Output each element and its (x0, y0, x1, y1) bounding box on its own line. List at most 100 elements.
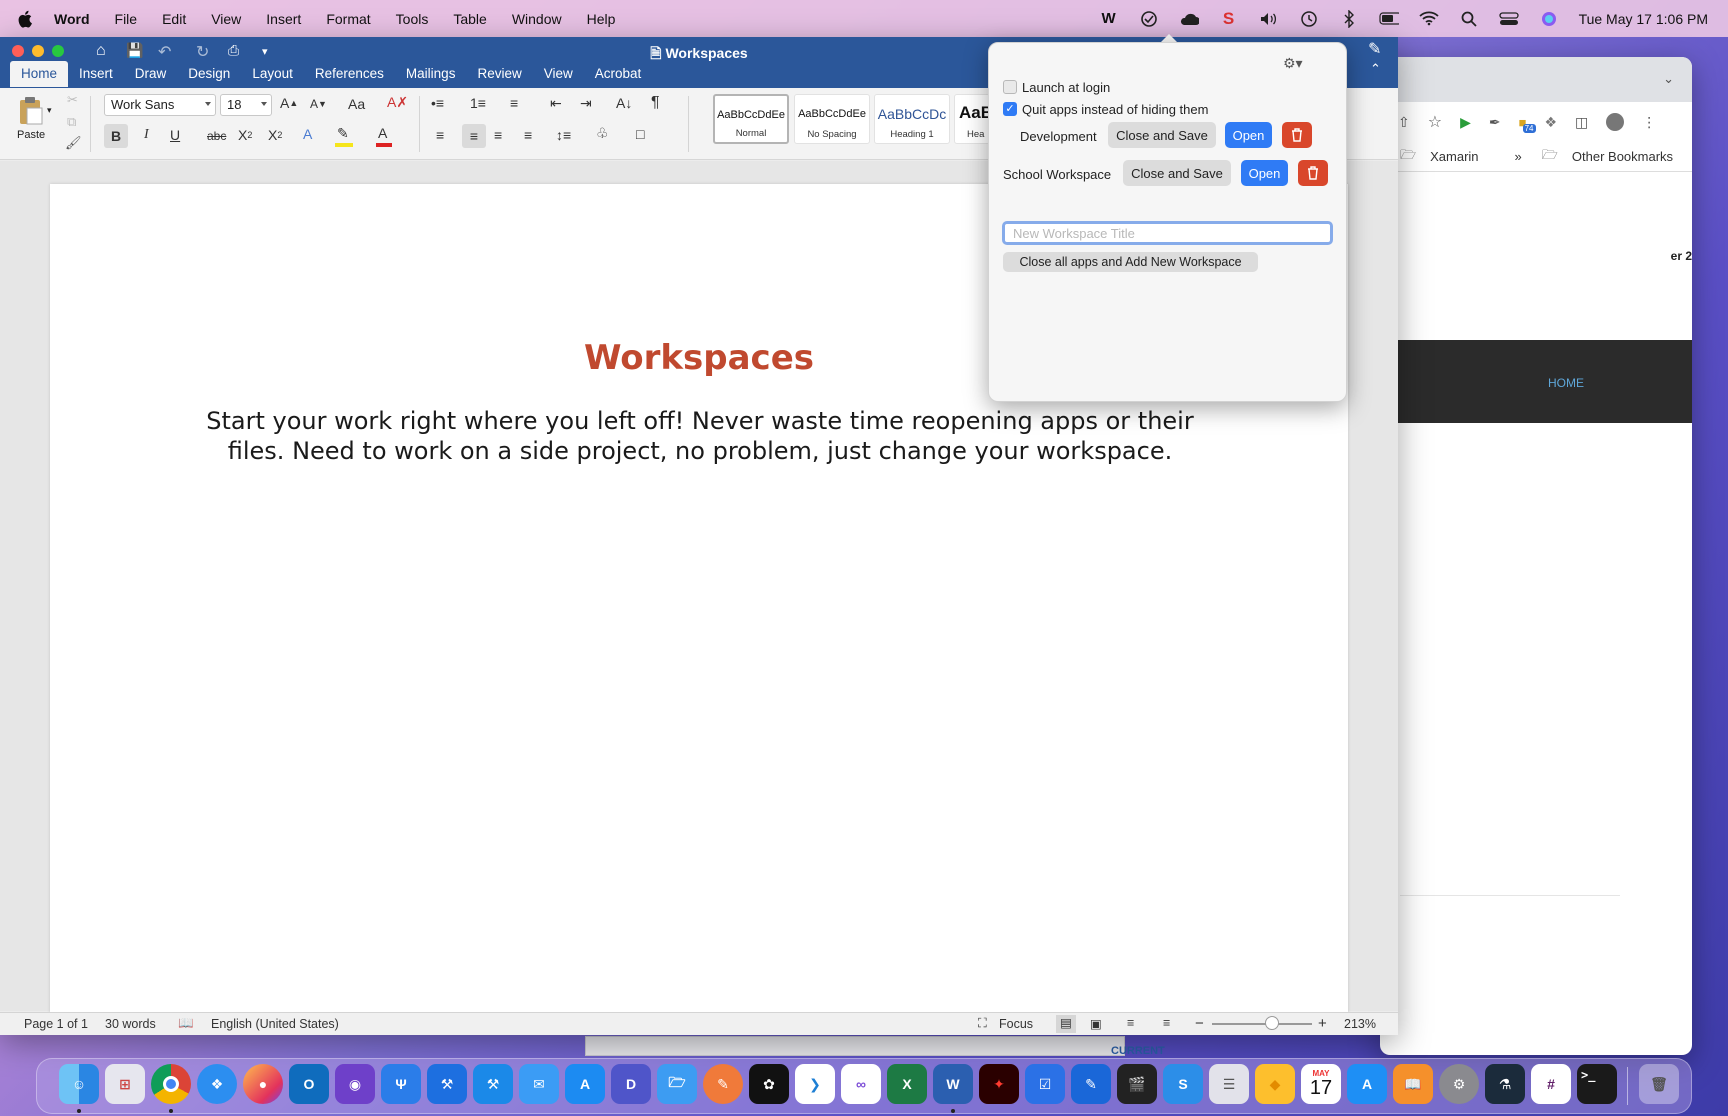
eyedropper-extension-icon[interactable]: ✒ (1489, 114, 1501, 131)
open-workspace-button[interactable]: Open (1225, 122, 1272, 148)
dock-github-icon[interactable]: ◉ (335, 1064, 375, 1104)
style-no-spacing[interactable]: AaBbCcDdEe No Spacing (794, 94, 870, 144)
share-icon[interactable]: ⇧ (1398, 114, 1410, 131)
tab-acrobat[interactable]: Acrobat (584, 61, 653, 87)
siri-icon[interactable] (1539, 10, 1559, 28)
dock-scrivener-icon[interactable]: S (1163, 1064, 1203, 1104)
dock-flask-app-icon[interactable]: ⚗ (1485, 1064, 1525, 1104)
style-heading-2[interactable]: AaB Hea (954, 94, 990, 144)
tab-design[interactable]: Design (177, 61, 241, 87)
puzzle-extensions-icon[interactable]: ❖ (1544, 114, 1557, 131)
play-extension-icon[interactable]: ▶ (1460, 114, 1471, 131)
extension-badge-icon[interactable]: ■ 74 (1519, 115, 1536, 133)
dock-chrome-icon[interactable] (151, 1064, 191, 1104)
profile-avatar-icon[interactable] (1606, 113, 1625, 131)
increase-indent-icon[interactable]: ⇥ (580, 95, 592, 112)
bluetooth-icon[interactable] (1339, 9, 1359, 28)
dock-vscode-icon[interactable]: ❯ (795, 1064, 835, 1104)
dock-sketch-icon[interactable]: ◆ (1255, 1064, 1295, 1104)
dock-xcode-icon[interactable]: ⚒ (427, 1064, 467, 1104)
dock-visual-studio-icon[interactable]: ∞ (841, 1064, 881, 1104)
print-layout-view-icon[interactable]: ▤ (1056, 1015, 1076, 1033)
checkmark-badge-icon[interactable] (1139, 10, 1159, 28)
dock-discord-like-icon[interactable]: D (611, 1064, 651, 1104)
change-case-icon[interactable]: Aa (348, 96, 365, 112)
zoom-slider-thumb[interactable] (1265, 1016, 1279, 1030)
launch-at-login-checkbox[interactable] (1003, 80, 1017, 94)
subscript-button[interactable]: X2 (238, 127, 252, 143)
paste-button[interactable] (10, 94, 50, 126)
tab-layout[interactable]: Layout (241, 61, 304, 87)
dock-word-icon[interactable]: W (933, 1064, 973, 1104)
format-painter-icon[interactable]: 🖌 (65, 135, 82, 151)
dock-trash-icon[interactable]: 🗑 (1639, 1064, 1679, 1104)
dock-outlook-icon[interactable]: O (289, 1064, 329, 1104)
superscript-button[interactable]: X2 (268, 127, 282, 143)
dock-app-store-dev-icon[interactable]: A (565, 1064, 605, 1104)
more-menu-icon[interactable]: ⋮ (1642, 114, 1656, 131)
volume-icon[interactable] (1259, 10, 1279, 28)
align-left-icon[interactable]: ≡ (436, 127, 444, 143)
wifi-icon[interactable] (1418, 10, 1439, 28)
time-machine-icon[interactable] (1299, 10, 1319, 28)
sort-icon[interactable]: A↓ (616, 95, 632, 111)
borders-icon[interactable]: □ (636, 126, 644, 142)
style-heading-1[interactable]: AaBbCcDc Heading 1 (874, 94, 950, 144)
dock-system-preferences-icon[interactable]: ⚙ (1439, 1064, 1479, 1104)
dock-fork-icon[interactable]: Ψ (381, 1064, 421, 1104)
zoom-out-button[interactable]: − (1195, 1015, 1204, 1032)
bookmark-other-bookmarks[interactable]: Other Bookmarks (1572, 149, 1673, 164)
app-menu-word[interactable]: Word (54, 11, 90, 27)
tab-insert[interactable]: Insert (68, 61, 124, 87)
menu-insert[interactable]: Insert (266, 11, 301, 27)
text-effects-icon[interactable]: A (303, 126, 312, 142)
highlight-icon[interactable]: ✎ (335, 125, 353, 147)
menu-help[interactable]: Help (587, 11, 616, 27)
paste-dropdown-icon[interactable]: ▾ (47, 105, 52, 116)
decrease-indent-icon[interactable]: ⇤ (550, 95, 562, 112)
dock-pencil-app-icon[interactable]: ✎ (703, 1064, 743, 1104)
dock-finder-folder-icon[interactable]: 🗁 (657, 1064, 697, 1104)
underline-button[interactable]: U (170, 127, 180, 143)
menu-window[interactable]: Window (512, 11, 562, 27)
tab-home[interactable]: Home (10, 61, 69, 87)
web-layout-view-icon[interactable]: ▣ (1090, 1016, 1102, 1031)
tab-view[interactable]: View (533, 61, 584, 87)
font-size-select[interactable]: 18 (220, 94, 272, 116)
dock-app-store-icon[interactable]: A (1347, 1064, 1387, 1104)
proofing-icon[interactable]: 📖 (178, 1016, 194, 1031)
menu-format[interactable]: Format (326, 11, 370, 27)
outline-view-icon[interactable]: ≡ (1127, 1016, 1134, 1030)
dock-excel-icon[interactable]: X (887, 1064, 927, 1104)
collapse-ribbon-icon[interactable]: ⌃ (1370, 61, 1381, 77)
menu-edit[interactable]: Edit (162, 11, 186, 27)
tab-draw[interactable]: Draw (124, 61, 178, 87)
menubar-clock[interactable]: Tue May 17 1:06 PM (1579, 11, 1708, 27)
new-workspace-title-input[interactable] (1002, 221, 1333, 245)
apple-menu-icon[interactable] (18, 10, 34, 28)
dock-launchpad-icon[interactable]: ⊞ (105, 1064, 145, 1104)
document-body-text[interactable]: Start your work right where you left off… (200, 406, 1200, 466)
strikethrough-button[interactable]: abc (207, 129, 226, 143)
bookmark-xamarin[interactable]: Xamarin (1430, 149, 1478, 164)
justify-icon[interactable]: ≡ (524, 127, 532, 143)
align-right-icon[interactable]: ≡ (494, 127, 502, 143)
sidepanel-icon[interactable]: ◫ (1575, 114, 1588, 131)
s-app-icon[interactable]: S (1219, 9, 1239, 28)
tab-mailings[interactable]: Mailings (395, 61, 467, 87)
add-new-workspace-button[interactable]: Close all apps and Add New Workspace (1003, 252, 1258, 272)
menu-file[interactable]: File (115, 11, 138, 27)
focus-mode-button[interactable]: Focus (999, 1017, 1033, 1031)
style-normal[interactable]: AaBbCcDdEe Normal (713, 94, 789, 144)
bold-button[interactable]: B (104, 124, 128, 148)
cut-icon[interactable]: ✂ (67, 92, 78, 108)
dock-terminal-icon[interactable]: >_ (1577, 1064, 1617, 1104)
close-and-save-button[interactable]: Close and Save (1108, 122, 1216, 148)
cloud-icon[interactable] (1179, 10, 1199, 28)
dock-final-cut-icon[interactable]: 🎬 (1117, 1064, 1157, 1104)
page-count[interactable]: Page 1 of 1 (24, 1017, 88, 1031)
spotlight-search-icon[interactable] (1459, 10, 1479, 28)
dock-chatgpt-icon[interactable]: ✿ (749, 1064, 789, 1104)
shrink-font-icon[interactable]: A ▼ (310, 97, 327, 111)
dock-safari-icon[interactable]: ❖ (197, 1064, 237, 1104)
